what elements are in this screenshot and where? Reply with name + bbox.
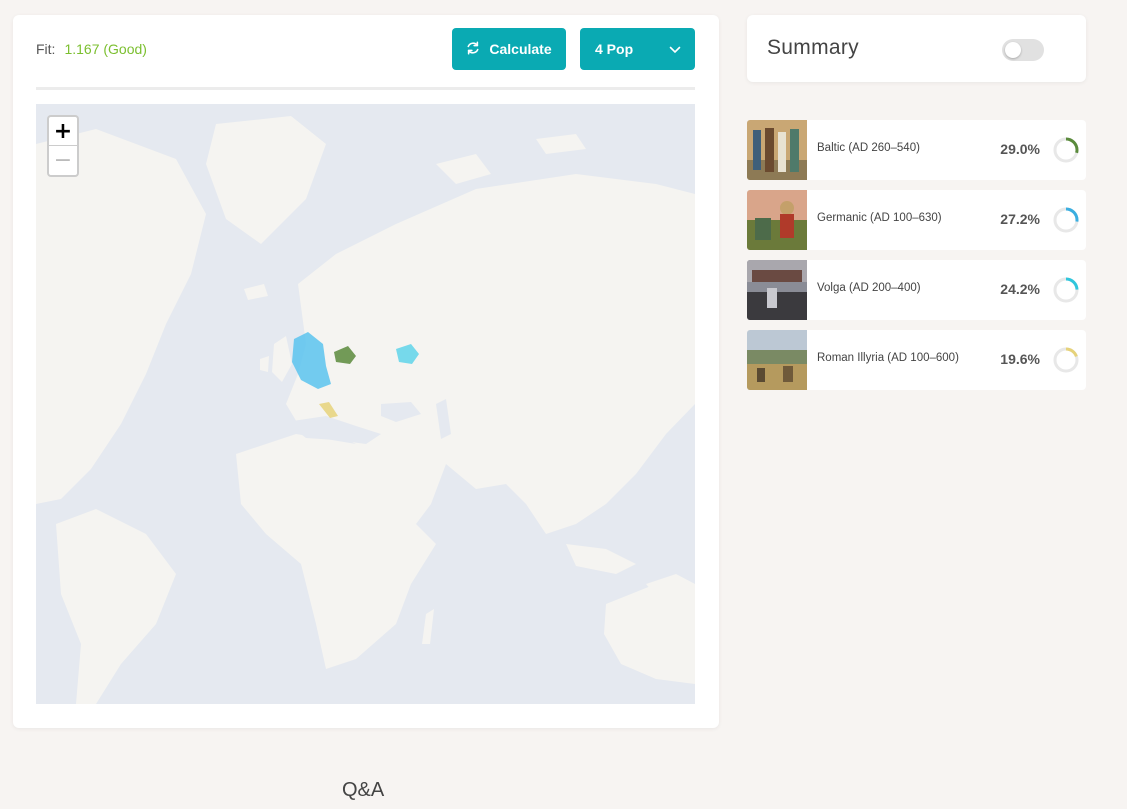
map-card: Fit: 1.167 (Good) Calculate 4 Pop + − — [13, 15, 719, 728]
volga-thumbnail — [747, 260, 807, 320]
toggle-knob — [1005, 42, 1021, 58]
zoom-in-button[interactable]: + — [49, 117, 77, 146]
percent-ring — [1053, 207, 1079, 233]
divider — [36, 87, 695, 90]
population-row-volga[interactable]: Volga (AD 200–400) 24.2% — [747, 260, 1086, 320]
roman-illyria-thumbnail — [747, 330, 807, 390]
population-percent: 24.2% — [1000, 281, 1040, 297]
percent-ring — [1053, 277, 1079, 303]
population-count-label: 4 Pop — [595, 41, 634, 57]
summary-toggle[interactable] — [1002, 39, 1044, 61]
calculate-button[interactable]: Calculate — [452, 28, 566, 70]
refresh-icon — [466, 41, 480, 58]
population-percent: 19.6% — [1000, 351, 1040, 367]
population-name: Baltic (AD 260–540) — [817, 142, 920, 154]
population-row-germanic[interactable]: Germanic (AD 100–630) 27.2% — [747, 190, 1086, 250]
fit-indicator: Fit: 1.167 (Good) — [36, 41, 147, 57]
population-name: Volga (AD 200–400) — [817, 282, 921, 294]
population-count-dropdown[interactable]: 4 Pop — [580, 28, 695, 70]
world-map[interactable]: + − — [36, 104, 695, 704]
population-list: Baltic (AD 260–540) 29.0% Germanic (AD 1… — [747, 120, 1086, 400]
population-percent: 29.0% — [1000, 141, 1040, 157]
calculate-label: Calculate — [489, 41, 552, 57]
summary-title: Summary — [767, 36, 859, 59]
qa-heading: Q&A — [342, 779, 385, 801]
population-row-baltic[interactable]: Baltic (AD 260–540) 29.0% — [747, 120, 1086, 180]
zoom-control: + − — [47, 115, 79, 177]
chevron-down-icon — [669, 41, 681, 57]
fit-label: Fit: — [36, 41, 56, 57]
population-name: Roman Illyria (AD 100–600) — [817, 352, 959, 364]
population-name: Germanic (AD 100–630) — [817, 212, 942, 224]
germanic-thumbnail — [747, 190, 807, 250]
zoom-out-button[interactable]: − — [49, 146, 77, 175]
percent-ring — [1053, 347, 1079, 373]
baltic-thumbnail — [747, 120, 807, 180]
map-tiles — [36, 116, 695, 704]
population-percent: 27.2% — [1000, 211, 1040, 227]
percent-ring — [1053, 137, 1079, 163]
fit-value: 1.167 (Good) — [64, 41, 147, 57]
summary-card: Summary — [747, 15, 1086, 82]
population-row-roman-illyria[interactable]: Roman Illyria (AD 100–600) 19.6% — [747, 330, 1086, 390]
